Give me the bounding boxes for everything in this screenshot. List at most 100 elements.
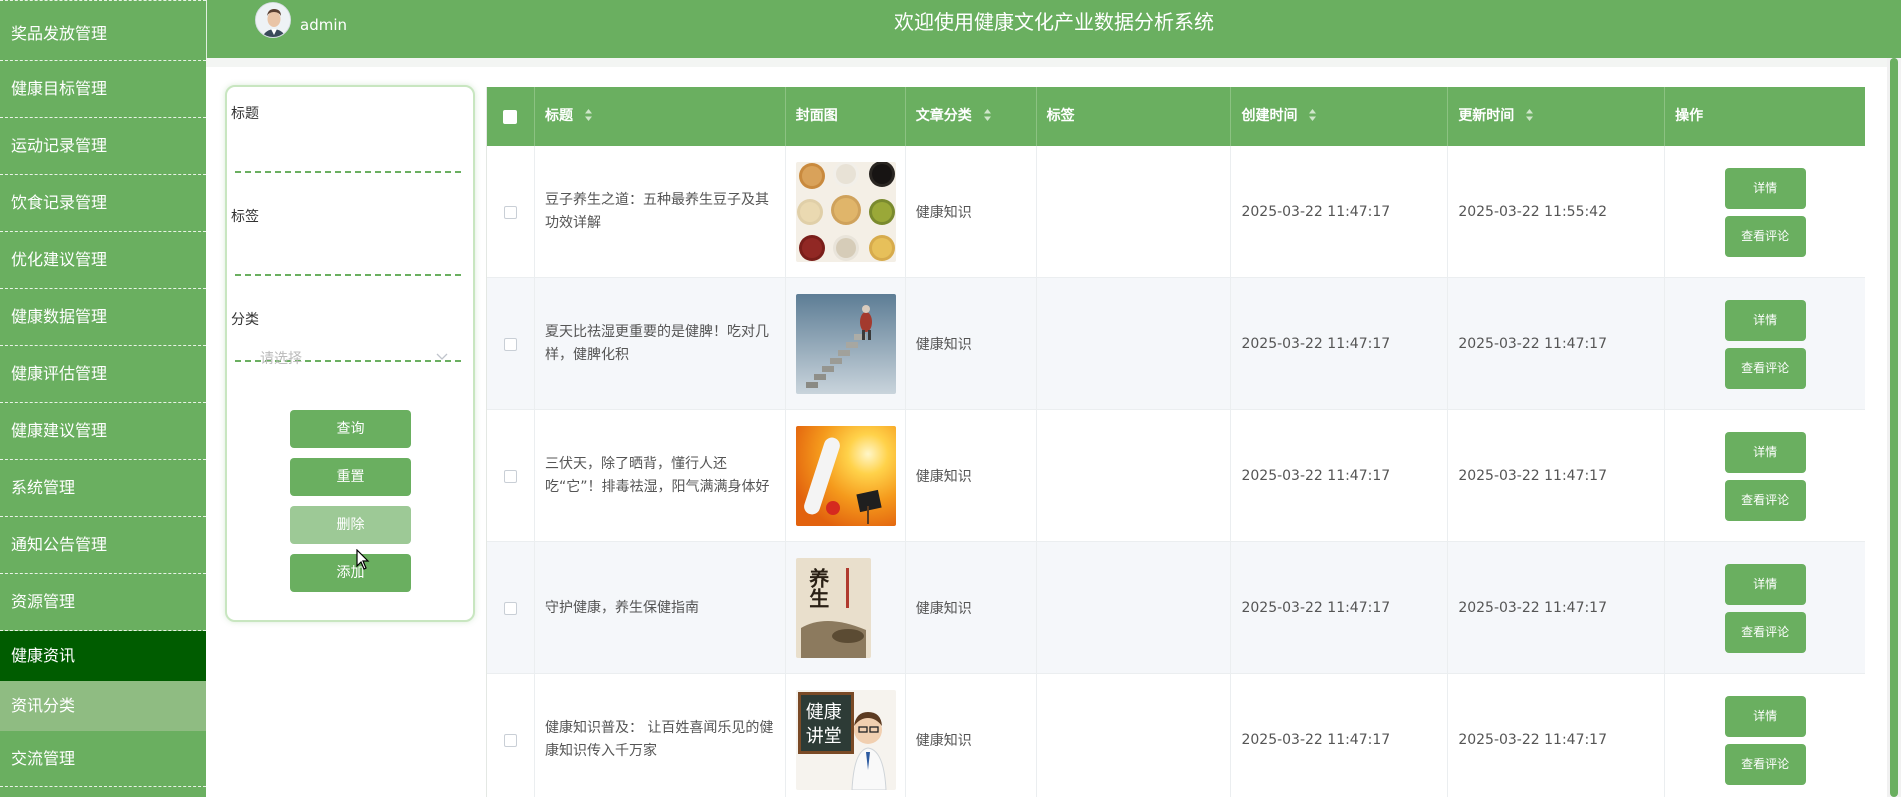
header-actions: 操作 [1665,87,1865,146]
tag-field-label: 标签 [231,209,259,225]
sort-icon[interactable] [983,108,992,122]
detail-button[interactable]: 详情 [1724,563,1806,605]
sidebar-item-news-category[interactable]: 资讯分类 [0,681,206,731]
reset-button[interactable]: 重置 [290,458,411,496]
row-checkbox[interactable] [503,469,517,483]
actions-cell: 详情 查看评论 [1665,278,1865,410]
updated-time: 2025-03-22 11:55:42 [1458,204,1608,220]
actions-cell: 详情 查看评论 [1665,674,1865,797]
view-comments-button[interactable]: 查看评论 [1724,479,1806,521]
header: admin 欢迎使用健康文化产业数据分析系统 [206,0,1901,58]
row-checkbox[interactable] [503,205,517,219]
beans-image [795,162,896,262]
actions-cell: 详情 查看评论 [1665,146,1865,278]
tag-cell [1037,674,1232,797]
sidebar-item-health-data[interactable]: 健康数据管理 [0,289,206,346]
tag-cell [1037,410,1232,542]
vertical-scrollbar[interactable] [1887,58,1901,797]
sidebar-item-assessment[interactable]: 健康评估管理 [0,346,206,403]
created-cell: 2025-03-22 11:47:17 [1231,410,1449,542]
title-input[interactable] [235,143,461,173]
cover-image[interactable] [795,162,896,262]
sidebar-item-communication[interactable]: 交流管理 [0,731,206,787]
header-created[interactable]: 创建时间 [1231,87,1449,146]
table-header: 标题 封面图 文章分类 标签 创建时间 更新时间 操作 [487,87,1865,146]
sort-icon[interactable] [1525,108,1534,122]
add-button[interactable]: 添加 [290,554,411,592]
sidebar-item-resource[interactable]: 资源管理 [0,574,206,631]
created-cell: 2025-03-22 11:47:17 [1231,146,1449,278]
row-select-cell [487,278,535,410]
title-cell: 豆子养生之道：五种最养生豆子及其功效详解 [535,146,786,278]
header-created-label: 创建时间 [1241,108,1298,124]
actions-cell: 详情 查看评论 [1665,410,1865,542]
scrollbar-thumb[interactable] [1890,58,1898,797]
header-updated-label: 更新时间 [1458,108,1515,124]
updated-time: 2025-03-22 11:47:17 [1458,732,1608,748]
title-cell: 夏天比祛湿更重要的是健脾！吃对几样，健脾化积 [535,278,786,410]
yangsheng-image-text: 养生 [805,568,830,608]
cover-cell: 养生 [786,542,906,674]
category-cell: 健康知识 [906,278,1037,410]
sidebar-item-advice[interactable]: 健康建议管理 [0,403,206,460]
row-checkbox[interactable] [503,733,517,747]
page-title: 欢迎使用健康文化产业数据分析系统 [894,10,1214,34]
view-comments-button[interactable]: 查看评论 [1724,347,1806,389]
row-select-cell [487,146,535,278]
tag-input[interactable] [235,246,461,276]
sort-icon[interactable] [584,108,593,122]
cover-image[interactable] [795,426,896,526]
detail-button[interactable]: 详情 [1724,167,1806,209]
select-all-cell [487,87,535,146]
header-cover: 封面图 [786,87,906,146]
table-row: 健康知识普及： 让百姓喜闻乐见的健康知识传入千万家 健康 讲堂 健康知识 202… [487,674,1865,797]
query-button[interactable]: 查询 [290,410,411,448]
sidebar-item-health-goal[interactable]: 健康目标管理 [0,61,206,118]
view-comments-button[interactable]: 查看评论 [1724,215,1806,257]
view-comments-button[interactable]: 查看评论 [1724,611,1806,653]
tag-cell [1037,146,1232,278]
header-updated[interactable]: 更新时间 [1448,87,1666,146]
article-title: 守护健康，养生保健指南 [544,599,699,616]
article-title: 健康知识普及： 让百姓喜闻乐见的健康知识传入千万家 [544,720,774,759]
cover-image[interactable] [795,294,896,394]
title-cell: 健康知识普及： 让百姓喜闻乐见的健康知识传入千万家 [535,674,786,797]
cover-image[interactable]: 养生 [795,558,871,658]
header-tag: 标签 [1037,87,1232,146]
sun-thermometer-image [795,426,896,526]
header-tag-label: 标签 [1046,108,1075,124]
detail-button[interactable]: 详情 [1724,695,1806,737]
header-category-label: 文章分类 [915,108,972,124]
actions-cell: 详情 查看评论 [1665,542,1865,674]
sidebar-item-prize[interactable]: 奖品发放管理 [0,0,206,61]
sidebar-item-system[interactable]: 系统管理 [0,460,206,517]
category-cell: 健康知识 [906,674,1037,797]
cover-cell [786,278,906,410]
view-comments-button[interactable]: 查看评论 [1724,743,1806,785]
sort-icon[interactable] [1308,108,1317,122]
created-cell: 2025-03-22 11:47:17 [1231,674,1449,797]
stairs-image [795,294,896,394]
detail-button[interactable]: 详情 [1724,299,1806,341]
header-title[interactable]: 标题 [535,87,786,146]
cover-image[interactable]: 健康 讲堂 [795,690,896,790]
delete-button[interactable]: 删除 [290,506,411,544]
sidebar-item-exercise[interactable]: 运动记录管理 [0,118,206,175]
cover-cell: 健康 讲堂 [786,674,906,797]
tag-cell [1037,278,1232,410]
content-top-band [206,58,1901,67]
sidebar-item-notice[interactable]: 通知公告管理 [0,517,206,574]
sidebar-item-diet[interactable]: 饮食记录管理 [0,175,206,232]
title-field-label: 标题 [231,106,259,122]
search-panel: 标题 标签 分类 请选择 查询 重置 删除 添加 [225,85,475,622]
sidebar-item-optimization[interactable]: 优化建议管理 [0,232,206,289]
article-category: 健康知识 [915,337,972,353]
row-checkbox[interactable] [503,601,517,615]
header-category[interactable]: 文章分类 [906,87,1037,146]
sidebar-item-health-news[interactable]: 健康资讯 [0,631,206,681]
select-all-checkbox[interactable] [503,109,518,124]
detail-button[interactable]: 详情 [1724,431,1806,473]
article-category: 健康知识 [915,601,972,617]
row-checkbox[interactable] [503,337,517,351]
updated-time: 2025-03-22 11:47:17 [1458,336,1608,352]
